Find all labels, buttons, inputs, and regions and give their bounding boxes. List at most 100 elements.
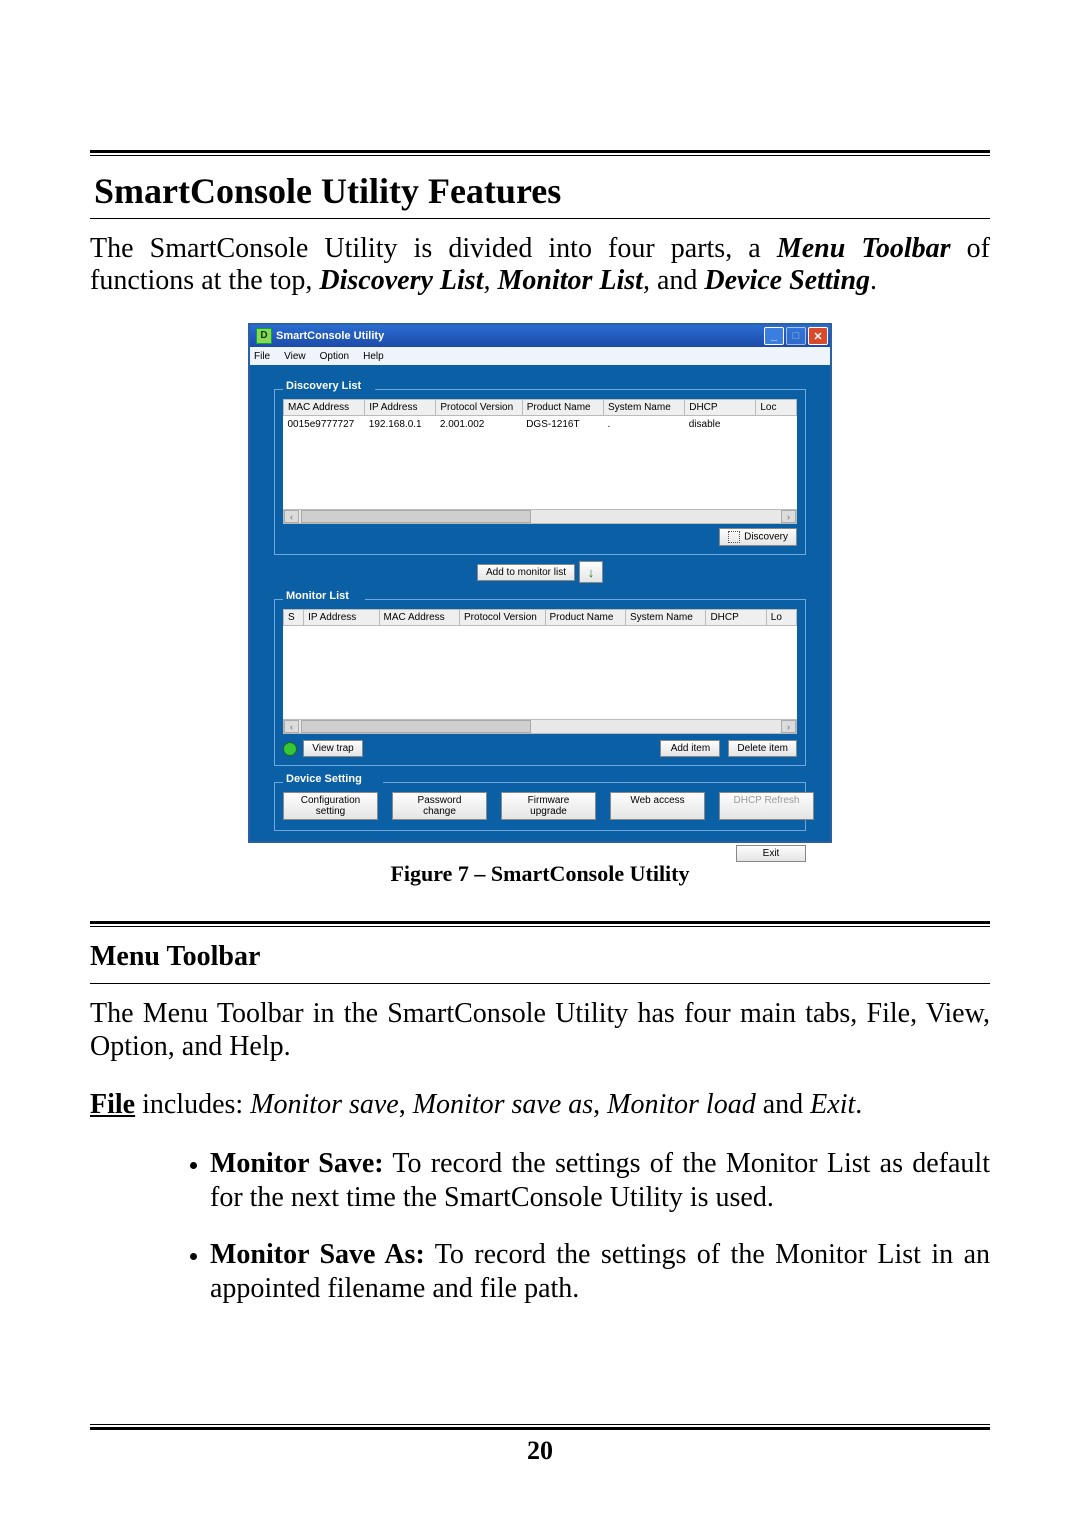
cell-ip: 192.168.0.1 [365,416,436,433]
add-to-monitor-button[interactable]: Add to monitor list [477,564,575,581]
sub-rule-thin [90,926,990,927]
intro-i1: Discovery List [319,265,483,296]
mscroll-left-icon[interactable]: ‹ [284,720,299,733]
subsection-title: Menu Toolbar [90,941,990,973]
intro-c1: , [483,265,497,296]
scroll-right-icon[interactable]: › [781,510,796,523]
maximize-button[interactable]: □ [786,327,806,345]
menu-option[interactable]: Option [320,351,349,362]
configuration-setting-button[interactable]: Configuration setting [283,792,378,820]
arrow-down-icon[interactable]: ↓ [579,561,603,583]
footer-rule-thin [90,1424,990,1425]
document-page: SmartConsole Utility Features The SmartC… [0,0,1080,1526]
close-button[interactable]: ✕ [808,327,828,345]
discovery-button[interactable]: Discovery [719,528,797,546]
monitor-legend: Monitor List [283,590,352,602]
app-content: Discovery List MAC Address IP Address Pr… [250,365,830,831]
discovery-actions: Discovery [283,528,797,546]
password-change-button[interactable]: Password change [392,792,487,820]
col-dhcp[interactable]: DHCP [685,400,756,416]
bullet-monitor-save: Monitor Save: To record the settings of … [210,1147,990,1214]
intro-paragraph: The SmartConsole Utility is divided into… [90,233,990,297]
cell-mac: 0015e9777727 [284,416,365,433]
col-pn[interactable]: Product Name [522,400,603,416]
scroll-left-icon[interactable]: ‹ [284,510,299,523]
file-underline: File [90,1089,135,1120]
status-dot-icon [283,742,297,756]
col-loc[interactable]: Loc [756,400,797,416]
col-sn[interactable]: System Name [603,400,684,416]
add-item-button[interactable]: Add item [660,740,720,757]
scroll-thumb[interactable] [301,510,531,523]
discovery-row[interactable]: 0015e9777727 192.168.0.1 2.001.002 DGS-1… [284,416,797,433]
menu-view[interactable]: View [284,351,306,362]
view-trap-button[interactable]: View trap [303,740,363,757]
bullet-monitor-save-as: Monitor Save As: To record the settings … [210,1238,990,1305]
cell-pv: 2.001.002 [436,416,522,433]
device-setting-group: Device Setting Configuration setting Pas… [274,782,806,831]
discovery-table[interactable]: MAC Address IP Address Protocol Version … [283,399,797,432]
figure-caption: Figure 7 – SmartConsole Utility [90,861,990,887]
col-mac[interactable]: MAC Address [284,400,365,416]
title-bar[interactable]: D SmartConsole Utility _ □ ✕ [250,325,830,347]
delete-item-button[interactable]: Delete item [728,740,797,757]
discovery-legend: Discovery List [283,380,364,392]
menu-help[interactable]: Help [363,351,384,362]
intro-i3: Device Setting [704,265,870,296]
mcol-pn[interactable]: Product Name [545,610,625,626]
mscroll-thumb[interactable] [301,720,531,733]
col-ip[interactable]: IP Address [365,400,436,416]
exit-row: Exit [250,845,806,862]
discovery-hscroll[interactable]: ‹ › [283,509,797,524]
mcol-ip[interactable]: IP Address [304,610,379,626]
col-pv[interactable]: Protocol Version [436,400,522,416]
footer: 20 [90,1424,990,1466]
subsection-underline [90,983,990,984]
b1-bold: Monitor Save: [210,1148,384,1179]
device-actions: Configuration setting Password change Fi… [283,792,797,820]
device-legend: Device Setting [283,773,365,785]
file-i1: Monitor save [250,1089,399,1120]
window-title: SmartConsole Utility [276,330,384,342]
top-rule-thin [90,155,990,156]
mcol-mac[interactable]: MAC Address [379,610,459,626]
dhcp-refresh-button[interactable]: DHCP Refresh [719,792,814,820]
menu-file[interactable]: File [254,351,270,362]
file-t3: . [855,1089,862,1120]
sub-rule-thick [90,921,990,924]
app-icon: D [256,328,272,344]
file-line: File includes: Monitor save, Monitor sav… [90,1089,990,1121]
intro-t1: The SmartConsole Utility is divided into… [90,233,777,264]
footer-rule-thick [90,1427,990,1430]
exit-button[interactable]: Exit [736,845,806,862]
file-c1: , [399,1089,413,1120]
file-t2: and [756,1089,810,1120]
cell-sn: . [603,416,684,433]
menu-bar: File View Option Help [250,347,830,365]
monitor-header-row: S IP Address MAC Address Protocol Versio… [284,610,797,626]
web-access-button[interactable]: Web access [610,792,705,820]
monitor-actions: View trap Add item Delete item [283,740,797,757]
app-window: D SmartConsole Utility _ □ ✕ File View O… [248,323,832,843]
add-to-monitor-row: Add to monitor list ↓ [274,561,806,583]
cell-pn: DGS-1216T [522,416,603,433]
mcol-lo[interactable]: Lo [766,610,796,626]
monitor-hscroll[interactable]: ‹ › [283,719,797,734]
discovery-checkbox-icon [728,531,740,543]
mcol-sn[interactable]: System Name [625,610,705,626]
monitor-grid: S IP Address MAC Address Protocol Versio… [283,609,797,719]
subsection-body: The Menu Toolbar in the SmartConsole Uti… [90,998,990,1062]
mcol-pv[interactable]: Protocol Version [460,610,546,626]
window-controls: _ □ ✕ [764,327,828,345]
mcol-dhcp[interactable]: DHCP [706,610,766,626]
section-title: SmartConsole Utility Features [94,170,990,212]
mscroll-right-icon[interactable]: › [781,720,796,733]
minimize-button[interactable]: _ [764,327,784,345]
top-rule-thick [90,150,990,153]
monitor-table[interactable]: S IP Address MAC Address Protocol Versio… [283,609,797,626]
cell-loc [756,416,797,433]
intro-b1: Menu Toolbar [777,233,951,264]
intro-t4: . [870,265,877,296]
firmware-upgrade-button[interactable]: Firmware upgrade [501,792,596,820]
mcol-s[interactable]: S [284,610,304,626]
